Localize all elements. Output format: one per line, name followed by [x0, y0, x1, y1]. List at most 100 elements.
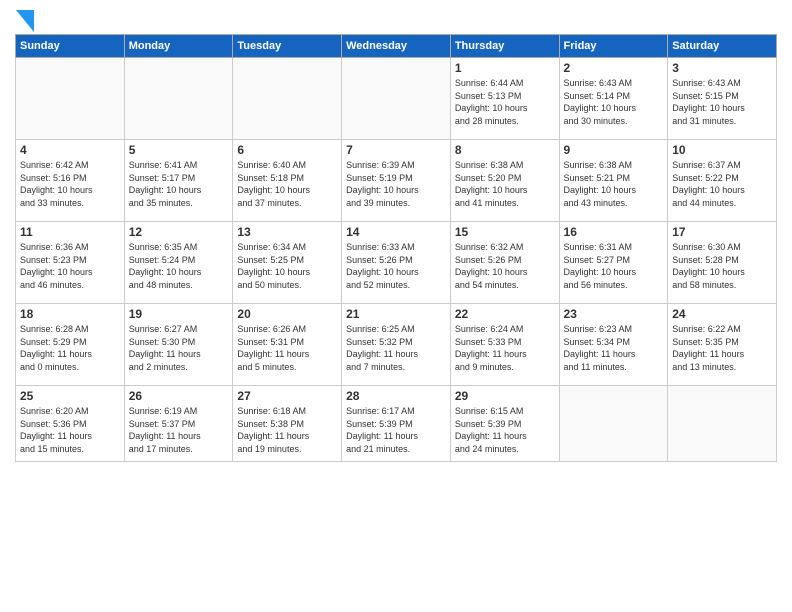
calendar-cell: [342, 58, 451, 140]
day-number: 27: [237, 389, 337, 403]
calendar-cell: 2 Sunrise: 6:43 AM Sunset: 5:14 PM Daylig…: [559, 58, 668, 140]
day-number: 14: [346, 225, 446, 239]
day-info: Sunrise: 6:33 AM Sunset: 5:26 PM Dayligh…: [346, 241, 446, 291]
calendar-cell: 17 Sunrise: 6:30 AM Sunset: 5:28 PM Dayli…: [668, 222, 777, 304]
day-number: 7: [346, 143, 446, 157]
day-number: 23: [564, 307, 664, 321]
day-number: 22: [455, 307, 555, 321]
calendar-cell: 13 Sunrise: 6:34 AM Sunset: 5:25 PM Dayli…: [233, 222, 342, 304]
calendar-cell: [668, 386, 777, 462]
day-number: 20: [237, 307, 337, 321]
logo-text: [15, 10, 35, 28]
day-info: Sunrise: 6:30 AM Sunset: 5:28 PM Dayligh…: [672, 241, 772, 291]
day-number: 11: [20, 225, 120, 239]
calendar-cell: 16Sunrise: 6:31 AM Sunset: 5:27 PM Dayli…: [559, 222, 668, 304]
day-number: 9: [564, 143, 664, 157]
calendar-cell: 6 Sunrise: 6:40 AM Sunset: 5:18 PM Daylig…: [233, 140, 342, 222]
day-number: 4: [20, 143, 120, 157]
calendar-cell: [559, 386, 668, 462]
day-info: Sunrise: 6:25 AM Sunset: 5:32 PM Dayligh…: [346, 323, 446, 373]
day-number: 5: [129, 143, 229, 157]
calendar-cell: [16, 58, 125, 140]
calendar-week-row: 18Sunrise: 6:28 AM Sunset: 5:29 PM Dayli…: [16, 304, 777, 386]
day-info: Sunrise: 6:38 AM Sunset: 5:20 PM Dayligh…: [455, 159, 555, 209]
calendar-cell: 15 Sunrise: 6:32 AM Sunset: 5:26 PM Dayli…: [450, 222, 559, 304]
calendar-cell: 14 Sunrise: 6:33 AM Sunset: 5:26 PM Dayli…: [342, 222, 451, 304]
day-info: Sunrise: 6:23 AM Sunset: 5:34 PM Dayligh…: [564, 323, 664, 373]
calendar-cell: 12 Sunrise: 6:35 AM Sunset: 5:24 PM Dayli…: [124, 222, 233, 304]
day-number: 15: [455, 225, 555, 239]
weekday-header: Thursday: [450, 35, 559, 58]
day-info: Sunrise: 6:42 AM Sunset: 5:16 PM Dayligh…: [20, 159, 120, 209]
day-info: Sunrise: 6:35 AM Sunset: 5:24 PM Dayligh…: [129, 241, 229, 291]
day-info: Sunrise: 6:40 AM Sunset: 5:18 PM Dayligh…: [237, 159, 337, 209]
calendar-cell: 19Sunrise: 6:27 AM Sunset: 5:30 PM Dayli…: [124, 304, 233, 386]
day-number: 13: [237, 225, 337, 239]
day-number: 8: [455, 143, 555, 157]
calendar-cell: 27 Sunrise: 6:18 AM Sunset: 5:38 PM Dayli…: [233, 386, 342, 462]
calendar-cell: 29Sunrise: 6:15 AM Sunset: 5:39 PM Dayli…: [450, 386, 559, 462]
weekday-header: Saturday: [668, 35, 777, 58]
calendar-cell: 18Sunrise: 6:28 AM Sunset: 5:29 PM Dayli…: [16, 304, 125, 386]
weekday-header: Monday: [124, 35, 233, 58]
day-info: Sunrise: 6:43 AM Sunset: 5:15 PM Dayligh…: [672, 77, 772, 127]
day-info: Sunrise: 6:26 AM Sunset: 5:31 PM Dayligh…: [237, 323, 337, 373]
calendar-week-row: 25 Sunrise: 6:20 AM Sunset: 5:36 PM Dayli…: [16, 386, 777, 462]
day-info: Sunrise: 6:36 AM Sunset: 5:23 PM Dayligh…: [20, 241, 120, 291]
day-info: Sunrise: 6:43 AM Sunset: 5:14 PM Dayligh…: [564, 77, 664, 127]
day-number: 2: [564, 61, 664, 75]
day-info: Sunrise: 6:24 AM Sunset: 5:33 PM Dayligh…: [455, 323, 555, 373]
day-info: Sunrise: 6:17 AM Sunset: 5:39 PM Dayligh…: [346, 405, 446, 455]
day-number: 24: [672, 307, 772, 321]
calendar-cell: 20 Sunrise: 6:26 AM Sunset: 5:31 PM Dayli…: [233, 304, 342, 386]
day-number: 6: [237, 143, 337, 157]
calendar-cell: 3 Sunrise: 6:43 AM Sunset: 5:15 PM Daylig…: [668, 58, 777, 140]
day-number: 26: [129, 389, 229, 403]
calendar-cell: 7 Sunrise: 6:39 AM Sunset: 5:19 PM Daylig…: [342, 140, 451, 222]
day-number: 3: [672, 61, 772, 75]
calendar-cell: 5 Sunrise: 6:41 AM Sunset: 5:17 PM Daylig…: [124, 140, 233, 222]
day-number: 21: [346, 307, 446, 321]
day-info: Sunrise: 6:41 AM Sunset: 5:17 PM Dayligh…: [129, 159, 229, 209]
day-info: Sunrise: 6:34 AM Sunset: 5:25 PM Dayligh…: [237, 241, 337, 291]
day-number: 17: [672, 225, 772, 239]
day-info: Sunrise: 6:44 AM Sunset: 5:13 PM Dayligh…: [455, 77, 555, 127]
day-number: 16: [564, 225, 664, 239]
calendar-week-row: 11 Sunrise: 6:36 AM Sunset: 5:23 PM Dayli…: [16, 222, 777, 304]
calendar-cell: [233, 58, 342, 140]
weekday-header: Sunday: [16, 35, 125, 58]
calendar-cell: 28 Sunrise: 6:17 AM Sunset: 5:39 PM Dayli…: [342, 386, 451, 462]
day-info: Sunrise: 6:37 AM Sunset: 5:22 PM Dayligh…: [672, 159, 772, 209]
day-number: 12: [129, 225, 229, 239]
calendar-cell: 8 Sunrise: 6:38 AM Sunset: 5:20 PM Daylig…: [450, 140, 559, 222]
calendar-cell: 25 Sunrise: 6:20 AM Sunset: 5:36 PM Dayli…: [16, 386, 125, 462]
calendar-cell: 26Sunrise: 6:19 AM Sunset: 5:37 PM Dayli…: [124, 386, 233, 462]
day-number: 29: [455, 389, 555, 403]
calendar-cell: 23 Sunrise: 6:23 AM Sunset: 5:34 PM Dayli…: [559, 304, 668, 386]
weekday-header: Tuesday: [233, 35, 342, 58]
day-info: Sunrise: 6:20 AM Sunset: 5:36 PM Dayligh…: [20, 405, 120, 455]
calendar-cell: 10 Sunrise: 6:37 AM Sunset: 5:22 PM Dayli…: [668, 140, 777, 222]
weekday-header: Wednesday: [342, 35, 451, 58]
day-number: 25: [20, 389, 120, 403]
page: SundayMondayTuesdayWednesdayThursdayFrid…: [0, 0, 792, 612]
day-number: 1: [455, 61, 555, 75]
day-info: Sunrise: 6:39 AM Sunset: 5:19 PM Dayligh…: [346, 159, 446, 209]
header-area: [15, 10, 777, 28]
calendar-cell: 22 Sunrise: 6:24 AM Sunset: 5:33 PM Dayli…: [450, 304, 559, 386]
calendar-cell: 4 Sunrise: 6:42 AM Sunset: 5:16 PM Daylig…: [16, 140, 125, 222]
calendar-cell: 24Sunrise: 6:22 AM Sunset: 5:35 PM Dayli…: [668, 304, 777, 386]
weekday-header-row: SundayMondayTuesdayWednesdayThursdayFrid…: [16, 35, 777, 58]
calendar-week-row: 1 Sunrise: 6:44 AM Sunset: 5:13 PM Daylig…: [16, 58, 777, 140]
day-number: 28: [346, 389, 446, 403]
calendar: SundayMondayTuesdayWednesdayThursdayFrid…: [15, 34, 777, 462]
logo: [15, 10, 35, 28]
day-number: 10: [672, 143, 772, 157]
weekday-header: Friday: [559, 35, 668, 58]
calendar-cell: 9Sunrise: 6:38 AM Sunset: 5:21 PM Daylig…: [559, 140, 668, 222]
day-info: Sunrise: 6:18 AM Sunset: 5:38 PM Dayligh…: [237, 405, 337, 455]
day-info: Sunrise: 6:32 AM Sunset: 5:26 PM Dayligh…: [455, 241, 555, 291]
day-number: 18: [20, 307, 120, 321]
calendar-cell: 11 Sunrise: 6:36 AM Sunset: 5:23 PM Dayli…: [16, 222, 125, 304]
day-number: 19: [129, 307, 229, 321]
